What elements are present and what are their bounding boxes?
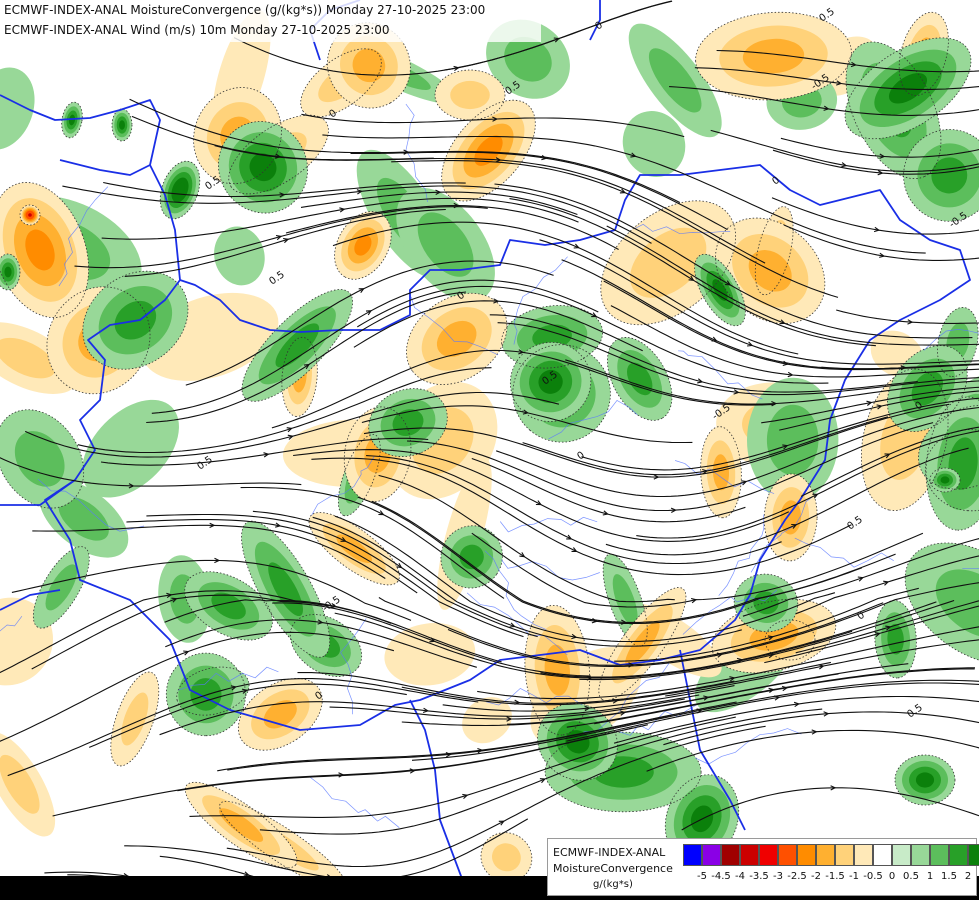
- legend-swatches: [683, 844, 979, 866]
- legend-parameter: MoistureConvergence: [553, 862, 673, 875]
- color-legend: ECMWF-INDEX-ANAL MoistureConvergence g/(…: [547, 838, 979, 896]
- convergence-cell: [4, 266, 12, 278]
- title-wind: ECMWF-INDEX-ANAL Wind (m/s) 10m Monday 2…: [4, 23, 390, 37]
- legend-swatch: [816, 844, 835, 866]
- legend-swatch: [683, 844, 702, 866]
- legend-swatch: [911, 844, 930, 866]
- legend-swatch: [721, 844, 740, 866]
- legend-tick-label: -4.5: [711, 871, 731, 882]
- legend-ticks: -5 -4.5 -4 -3.5 -3 -2.5 -2 -1.5 -1 -0.5 0 0.5 1 1.5 2: [679, 871, 979, 885]
- legend-tick-label: -2.5: [787, 871, 807, 882]
- map-title-box: ECMWF-INDEX-ANAL MoistureConvergence (g/…: [0, 0, 541, 42]
- legend-swatch: [797, 844, 816, 866]
- legend-swatch: [854, 844, 873, 866]
- legend-tick-label: 0.5: [903, 871, 919, 882]
- convergence-cell: [940, 476, 950, 484]
- legend-tick-label: 0: [888, 871, 896, 882]
- weather-map: 0.50-0.50.500.5 0-0.50.500.5-0.5 00.5 00.5-…: [0, 0, 979, 900]
- legend-tick-label: -2: [811, 871, 821, 882]
- legend-swatch: [930, 844, 949, 866]
- legend-model: ECMWF-INDEX-ANAL: [553, 846, 666, 859]
- convergence-cell: [119, 120, 125, 130]
- legend-swatch: [759, 844, 778, 866]
- convergence-cell: [915, 772, 935, 788]
- legend-swatch: [702, 844, 721, 866]
- convergence-cell: [28, 213, 32, 217]
- legend-tick-label: -1: [849, 871, 859, 882]
- title-moisture-convergence: ECMWF-INDEX-ANAL MoistureConvergence (g/…: [4, 3, 486, 17]
- legend-swatch: [873, 844, 892, 866]
- legend-tick-label: 1: [926, 871, 934, 882]
- legend-tick-label: -5: [697, 871, 707, 882]
- legend-tick-label: 2: [964, 871, 972, 882]
- legend-tick-label: 1.5: [941, 871, 957, 882]
- legend-unit: g/(kg*s): [593, 879, 633, 890]
- legend-tick-label: -0.5: [863, 871, 883, 882]
- legend-tick-label: -3: [773, 871, 783, 882]
- legend-swatch: [835, 844, 854, 866]
- legend-swatch: [949, 844, 968, 866]
- convergence-cell: [450, 80, 490, 110]
- legend-swatch: [778, 844, 797, 866]
- legend-tick-label: -3.5: [749, 871, 769, 882]
- legend-tick-label: -1.5: [825, 871, 845, 882]
- legend-tick-label: -4: [735, 871, 745, 882]
- legend-swatch: [968, 844, 979, 866]
- legend-swatch: [892, 844, 911, 866]
- legend-swatch: [740, 844, 759, 866]
